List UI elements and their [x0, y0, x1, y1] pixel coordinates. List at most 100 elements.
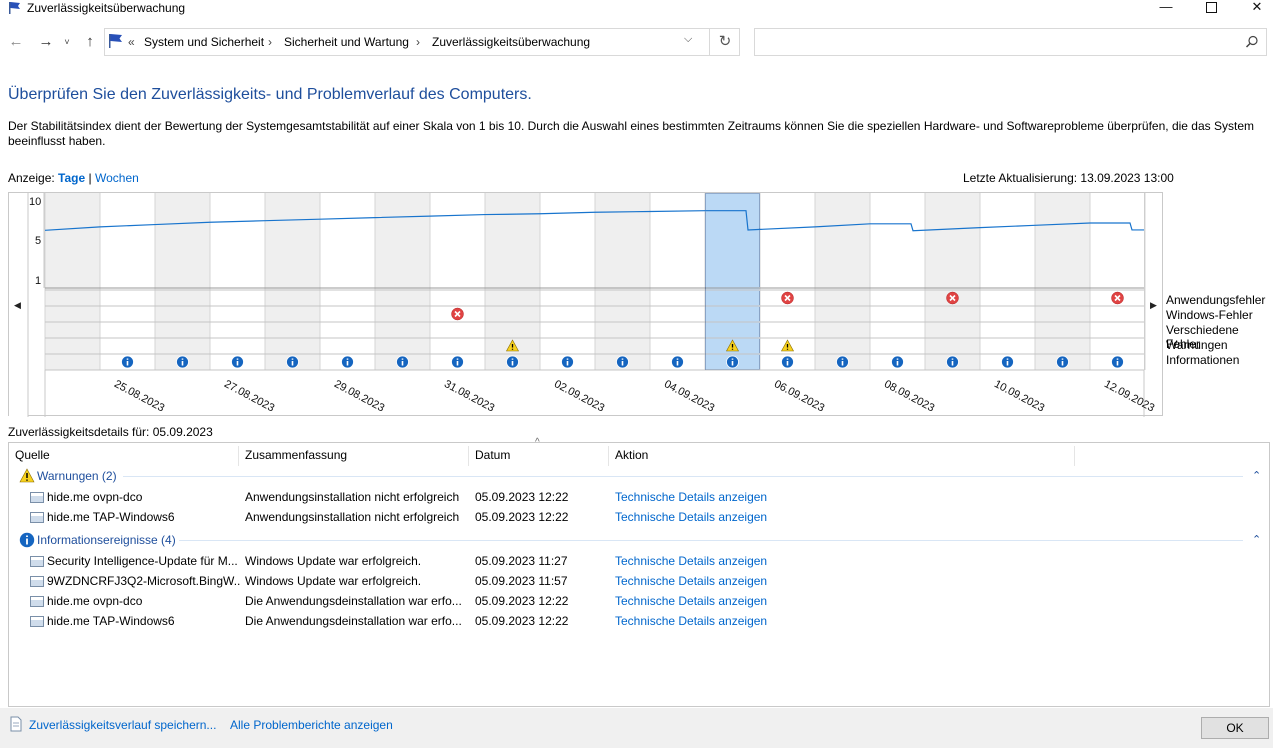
minimize-icon: —	[1159, 0, 1173, 14]
close-button[interactable]: ✕	[1234, 0, 1273, 16]
chevron-down-icon: ⌵	[684, 33, 693, 45]
technical-details-link[interactable]: Technische Details anzeigen	[615, 611, 915, 631]
up-button[interactable]: ↑	[80, 32, 100, 52]
technical-details-link[interactable]: Technische Details anzeigen	[615, 591, 915, 611]
x-tick-label: 29.08.2023	[332, 378, 386, 414]
technical-details-link[interactable]: Technische Details anzeigen	[615, 487, 915, 507]
group-divider	[123, 476, 1243, 477]
event-source-icon	[30, 512, 44, 523]
recent-locations-button[interactable]: ˅	[60, 32, 74, 52]
day-column[interactable]	[980, 193, 1035, 370]
cell-date: 05.09.2023 11:57	[475, 574, 568, 588]
document-icon	[10, 716, 22, 732]
group-header[interactable]: Informationsereignisse (4) ⌃	[9, 530, 1269, 550]
breadcrumb-overflow[interactable]: «	[128, 35, 135, 49]
reliability-chart-svg[interactable]: ◀ ▶ 10 5 1 25.08.2023 27.08.2023 29.08.2023 31.0…	[9, 193, 1164, 417]
table-row[interactable]: hide.me TAP-Windows6 Die Anwendungsdeinst…	[9, 611, 1269, 631]
maximize-button[interactable]	[1188, 0, 1234, 16]
event-source-icon	[30, 576, 44, 587]
cell-source: hide.me ovpn-dco	[47, 490, 143, 504]
day-column[interactable]	[100, 193, 155, 370]
event-source-icon	[30, 556, 44, 567]
day-column[interactable]	[320, 193, 375, 370]
table-row[interactable]: hide.me ovpn-dco Die Anwendungsdeinstalla…	[9, 591, 1269, 611]
cell-summary: Die Anwendungsdeinstallation war erfo...	[245, 614, 462, 628]
day-column[interactable]	[375, 193, 430, 370]
group-title: Warnungen (2)	[37, 469, 117, 483]
column-header-summary[interactable]: Zusammenfassung	[239, 446, 469, 466]
day-column[interactable]	[1090, 193, 1144, 370]
day-column[interactable]	[925, 193, 980, 370]
cell-date: 05.09.2023 12:22	[475, 614, 569, 628]
cell-summary: Anwendungsinstallation nicht erfolgreich	[245, 510, 460, 524]
chevron-down-icon: ˅	[64, 37, 70, 47]
legend-information: Informationen	[1166, 353, 1240, 367]
flag-icon	[9, 2, 20, 14]
last-update-text: Letzte Aktualisierung: 13.09.2023 13:00	[963, 171, 1174, 185]
search-input[interactable]	[754, 28, 1267, 56]
column-header-date[interactable]: Datum	[469, 446, 609, 466]
chevron-up-icon[interactable]: ⌃	[1252, 466, 1261, 486]
refresh-icon: ↻	[718, 33, 732, 50]
table-row[interactable]: hide.me ovpn-dco Anwendungsinstallation n…	[9, 487, 1269, 507]
y-tick-label: 5	[35, 235, 41, 247]
close-icon: ✕	[1251, 0, 1263, 14]
legend-warnings: Warnungen	[1166, 338, 1228, 352]
technical-details-link[interactable]: Technische Details anzeigen	[615, 571, 915, 591]
day-column[interactable]	[1035, 193, 1090, 370]
technical-details-link[interactable]: Technische Details anzeigen	[615, 507, 915, 527]
table-row[interactable]: hide.me TAP-Windows6 Anwendungsinstallati…	[9, 507, 1269, 527]
search-icon[interactable]	[1245, 35, 1259, 49]
control-panel-flag-icon	[109, 34, 122, 48]
day-column[interactable]	[650, 193, 705, 370]
refresh-button[interactable]: ↻	[709, 29, 740, 55]
y-tick-label: 10	[29, 196, 41, 208]
cell-summary: Anwendungsinstallation nicht erfolgreich	[245, 490, 460, 504]
breadcrumb-security-maintenance[interactable]: Sicherheit und Wartung	[284, 35, 409, 49]
x-tick-label: 31.08.2023	[442, 378, 496, 414]
day-column[interactable]	[870, 193, 925, 370]
caret-left-icon[interactable]: ◀	[14, 301, 21, 311]
legend-application-errors: Anwendungsfehler	[1166, 293, 1266, 307]
event-source-icon	[30, 596, 44, 607]
minimize-button[interactable]: —	[1143, 0, 1189, 16]
reliability-chart[interactable]: ◀ ▶ 10 5 1 25.08.2023 27.08.2023 29.08.2023 31.0…	[8, 192, 1164, 417]
cell-date: 05.09.2023 11:27	[475, 554, 568, 568]
day-column[interactable]	[155, 193, 210, 370]
table-row[interactable]: 9WZDNCRFJ3Q2-Microsoft.BingW... Windows U…	[9, 571, 1269, 591]
view-separator: |	[88, 171, 92, 185]
column-header-source[interactable]: Quelle	[9, 446, 239, 466]
cell-source: hide.me TAP-Windows6	[47, 614, 175, 628]
address-dropdown-button[interactable]: ⌵	[684, 33, 692, 46]
x-tick-label: 12.09.2023	[1102, 378, 1156, 414]
back-button[interactable]: ←	[6, 32, 26, 52]
cell-source: Security Intelligence-Update für M...	[47, 554, 238, 568]
view-days-link[interactable]: Tage	[58, 171, 85, 185]
column-header-action[interactable]: Aktion	[609, 446, 1075, 466]
caret-right-icon[interactable]: ▶	[1150, 301, 1157, 311]
chevron-up-icon[interactable]: ⌃	[1252, 530, 1261, 550]
breadcrumb-separator: ›	[416, 35, 420, 49]
x-tick-label: 02.09.2023	[552, 378, 606, 414]
day-column[interactable]	[430, 193, 485, 370]
y-tick-label: 1	[35, 275, 41, 287]
technical-details-link[interactable]: Technische Details anzeigen	[615, 551, 915, 571]
day-column[interactable]	[815, 193, 870, 370]
day-column[interactable]	[45, 193, 100, 370]
forward-button[interactable]: →	[36, 32, 56, 52]
breadcrumb-reliability-monitor[interactable]: Zuverlässigkeitsüberwachung	[432, 35, 590, 49]
group-header[interactable]: Warnungen (2) ⌃	[9, 466, 1269, 486]
view-weeks-link[interactable]: Wochen	[95, 171, 139, 185]
arrow-left-icon: ←	[8, 33, 24, 50]
view-label: Anzeige:	[8, 171, 55, 185]
day-column[interactable]	[595, 193, 650, 370]
day-column[interactable]	[540, 193, 595, 370]
ok-button[interactable]: OK	[1201, 717, 1269, 739]
breadcrumb-system-security[interactable]: System und Sicherheit	[144, 35, 264, 49]
table-row[interactable]: Security Intelligence-Update für M... Win…	[9, 551, 1269, 571]
save-history-link[interactable]: Zuverlässigkeitsverlauf speichern...	[29, 718, 216, 732]
cell-date: 05.09.2023 12:22	[475, 594, 569, 608]
cell-source: 9WZDNCRFJ3Q2-Microsoft.BingW...	[47, 574, 241, 588]
day-column[interactable]	[210, 193, 265, 370]
all-problem-reports-link[interactable]: Alle Problemberichte anzeigen	[230, 718, 393, 732]
